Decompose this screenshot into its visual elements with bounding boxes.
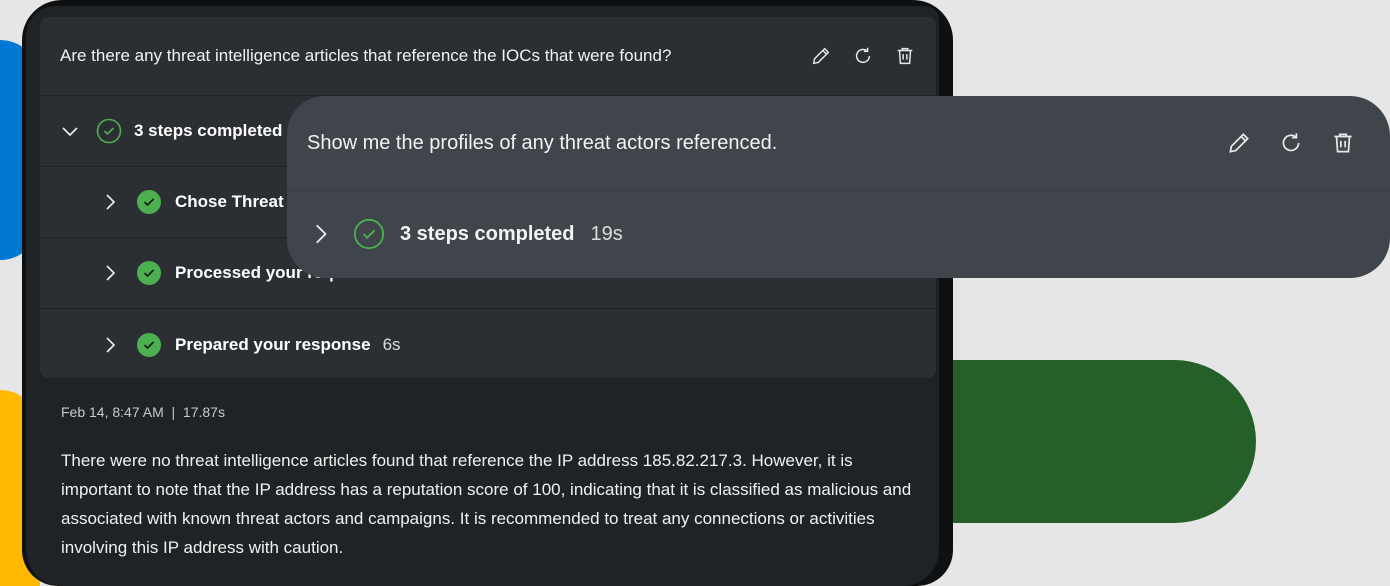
chevron-right-icon	[106, 194, 116, 210]
response-text: There were no threat intelligence articl…	[61, 451, 912, 557]
chevron-down-icon	[62, 127, 78, 137]
chevron-right-icon	[106, 265, 116, 281]
check-circle-icon	[137, 261, 161, 285]
step-row[interactable]: Prepared your response 6s	[40, 309, 936, 380]
prompt-header: Are there any threat intelligence articl…	[40, 17, 936, 96]
retry-icon[interactable]	[852, 45, 874, 67]
overlay-prompt-text: Show me the profiles of any threat actor…	[307, 131, 778, 154]
device-frame: Are there any threat intelligence articl…	[22, 0, 953, 586]
retry-icon[interactable]	[1278, 130, 1304, 156]
overlay-steps-time: 19s	[590, 222, 623, 245]
delete-icon[interactable]	[1330, 130, 1356, 156]
check-circle-icon	[137, 332, 161, 357]
step-label: Chose Threat	[175, 192, 284, 211]
overlay-prompt-header: Show me the profiles of any threat actor…	[287, 96, 1390, 191]
steps-summary-label: 3 steps completed	[134, 121, 283, 140]
chevron-right-icon	[106, 336, 116, 353]
step-time: 6s	[382, 334, 401, 354]
prompt-text: Are there any threat intelligence articl…	[60, 46, 672, 65]
check-circle-icon	[137, 190, 161, 214]
check-circle-outline-icon	[353, 218, 385, 250]
decorative-green-shape	[900, 360, 1256, 523]
chevron-right-icon	[316, 224, 327, 244]
edit-icon[interactable]	[1226, 130, 1252, 156]
overlay-steps-summary-toggle[interactable]: 3 steps completed 19s	[287, 191, 1390, 277]
check-circle-outline-icon	[96, 118, 122, 144]
step-label: Prepared your response	[175, 334, 371, 354]
delete-icon[interactable]	[894, 45, 916, 67]
chat-screen: Are there any threat intelligence articl…	[26, 6, 939, 586]
edit-icon[interactable]	[810, 45, 832, 67]
response-meta: Feb 14, 8:47 AM | 17.87s	[61, 404, 225, 420]
overlay-steps-summary-label: 3 steps completed	[400, 222, 575, 245]
overlay-prompt-card: Show me the profiles of any threat actor…	[287, 96, 1390, 278]
